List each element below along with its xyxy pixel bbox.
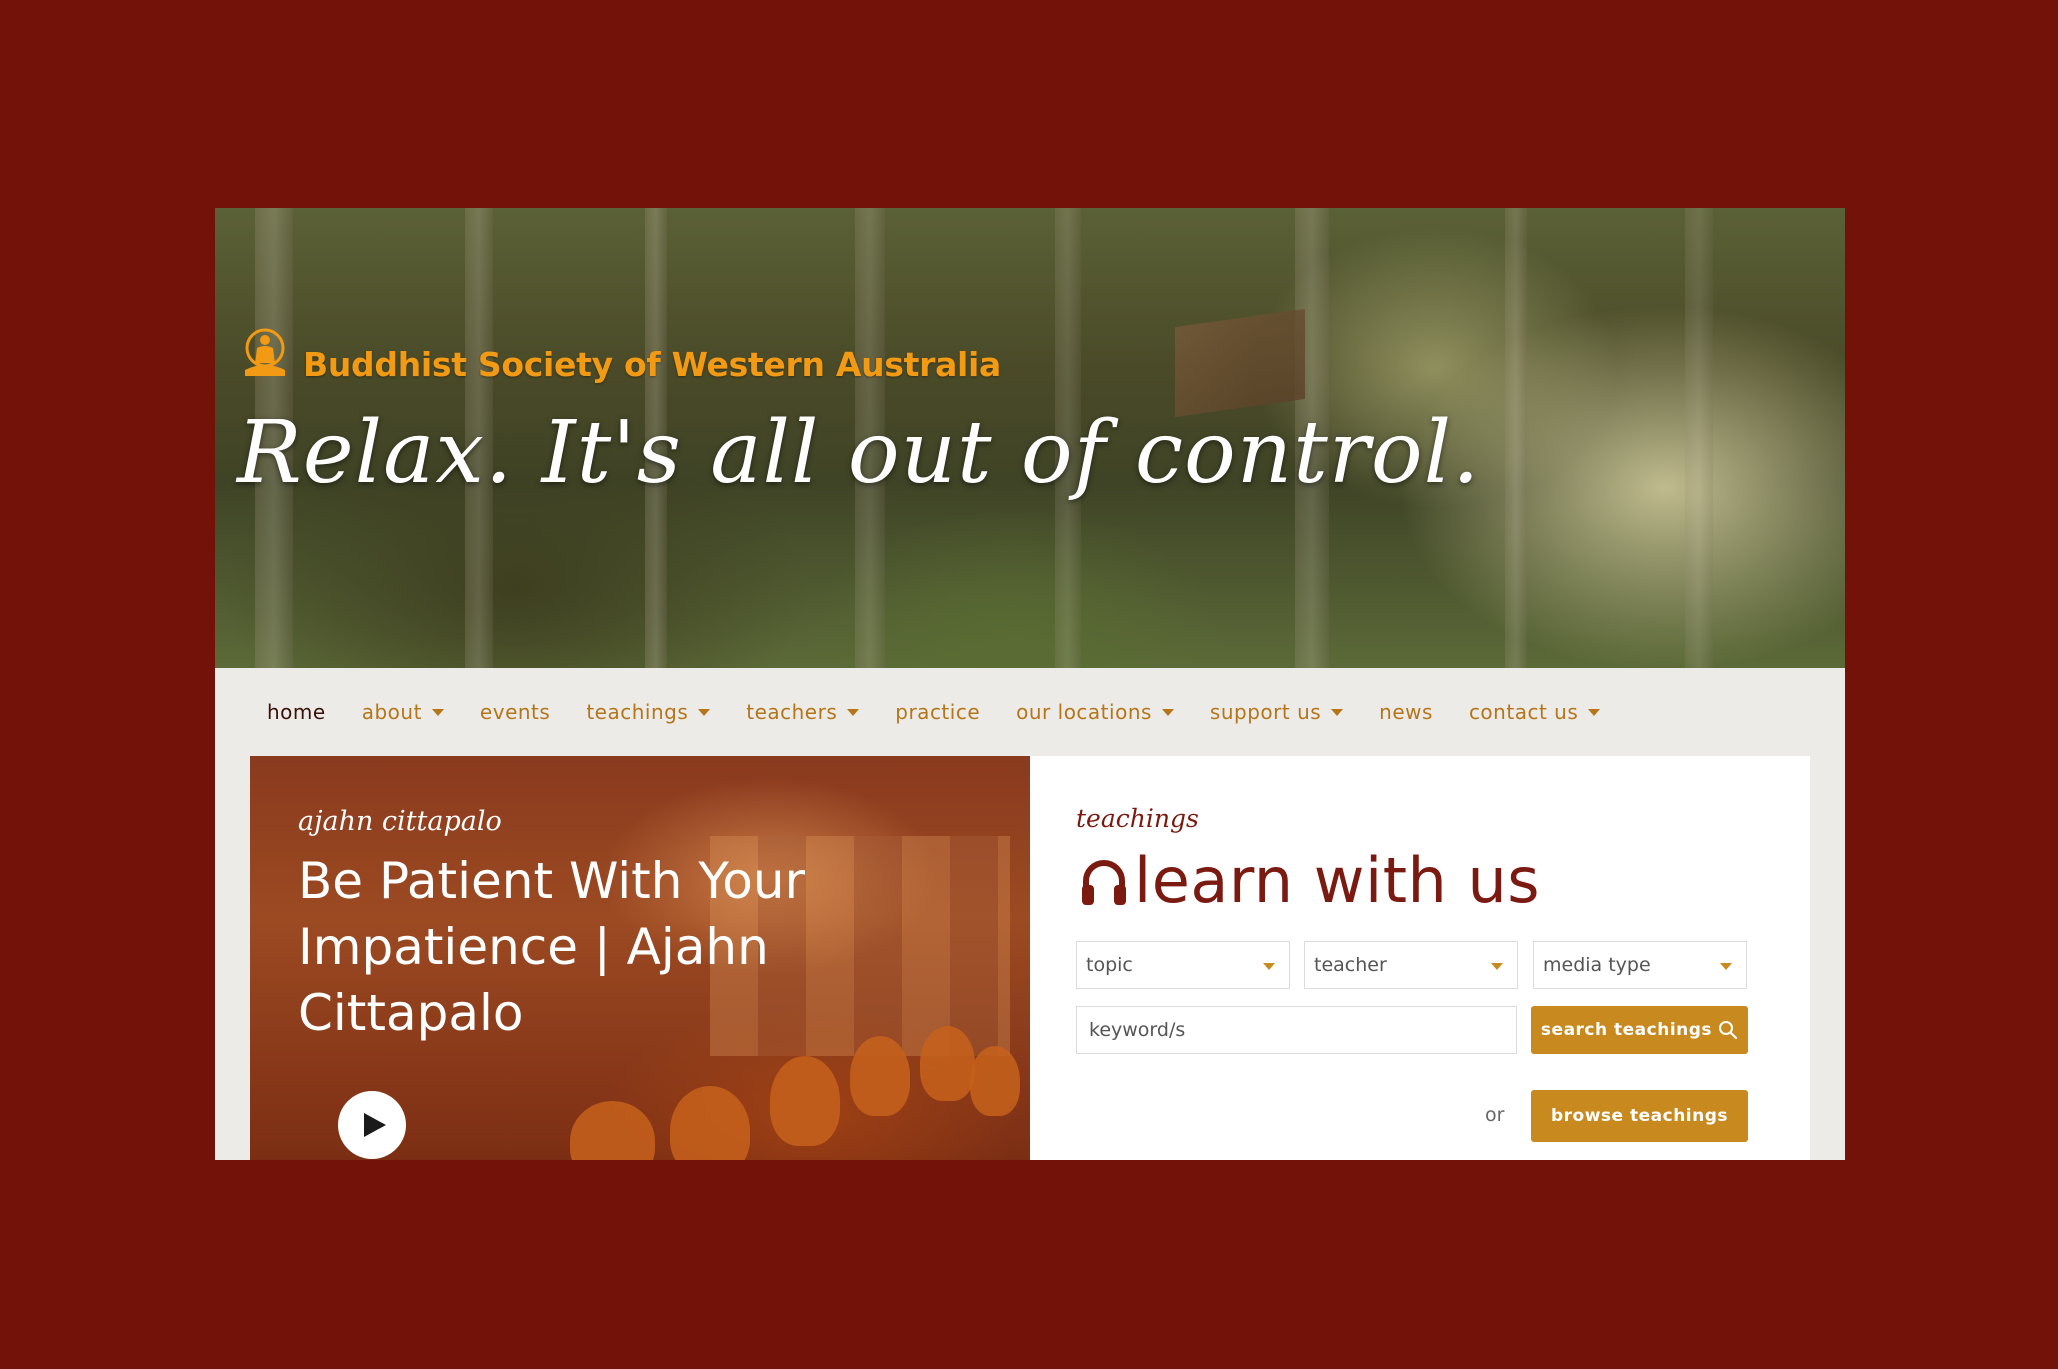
website-frame: Buddhist Society of Western Australia Re… <box>215 208 1845 1160</box>
nav-item-label: home <box>267 700 326 724</box>
search-icon <box>1719 1021 1738 1040</box>
caret-down-icon <box>1331 708 1344 716</box>
nav-item-news[interactable]: news <box>1379 700 1433 724</box>
nav-item-contact-us[interactable]: contact us <box>1468 700 1601 724</box>
search-button-label: search teachings <box>1540 1020 1713 1040</box>
nav-item-teachings[interactable]: teachings <box>586 700 711 724</box>
site-name[interactable]: Buddhist Society of Western Australia <box>303 345 1001 384</box>
media-type-select[interactable]: media type <box>1533 941 1747 989</box>
nav-item-label: contact us <box>1468 700 1579 724</box>
hero-banner: Buddhist Society of Western Australia Re… <box>215 208 1845 668</box>
nav-item-label: our locations <box>1016 700 1152 724</box>
nav-item-label: events <box>479 700 551 724</box>
main-nav: home about events teachings teachers pra… <box>215 668 1845 756</box>
caret-down-icon <box>1588 708 1601 716</box>
caret-down-icon <box>847 708 860 716</box>
teacher-select[interactable]: teacher <box>1304 941 1518 989</box>
nav-item-label: about <box>361 700 422 724</box>
section-heading: learn with us <box>1080 844 1540 917</box>
site-logo[interactable]: Buddhist Society of Western Australia <box>237 323 1001 384</box>
nav-item-home[interactable]: home <box>267 700 326 724</box>
nav-item-our-locations[interactable]: our locations <box>1016 700 1174 724</box>
caret-down-icon <box>1161 708 1174 716</box>
section-label: teachings <box>1076 804 1199 833</box>
teacher-select-value: teacher <box>1314 954 1387 976</box>
browse-teachings-button[interactable]: browse teachings <box>1531 1090 1748 1142</box>
nav-item-teachers[interactable]: teachers <box>746 700 860 724</box>
play-button[interactable] <box>338 1091 406 1159</box>
meditating-buddha-icon <box>245 328 285 376</box>
nav-item-about[interactable]: about <box>362 700 444 724</box>
or-text: or <box>1485 1104 1505 1126</box>
feature-title[interactable]: Be Patient With Your Impatience | Ajahn … <box>298 848 858 1046</box>
caret-down-icon <box>698 708 711 716</box>
section-title: learn with us <box>1134 844 1541 917</box>
keyword-input[interactable] <box>1076 1006 1517 1054</box>
caret-down-icon <box>431 708 444 716</box>
chevron-down-icon <box>1263 963 1275 970</box>
nav-item-support-us[interactable]: support us <box>1209 700 1344 724</box>
search-teachings-button[interactable]: search teachings <box>1531 1006 1748 1054</box>
feature-author: ajahn cittapalo <box>298 806 502 837</box>
nav-item-events[interactable]: events <box>480 700 550 724</box>
media-type-select-value: media type <box>1543 954 1651 976</box>
nav-item-label: news <box>1379 700 1433 724</box>
chevron-down-icon <box>1491 963 1503 970</box>
nav-item-label: teachings <box>586 700 689 724</box>
chevron-down-icon <box>1720 963 1732 970</box>
site-tagline: Relax. It's all out of control. <box>237 403 1481 503</box>
nav-item-practice[interactable]: practice <box>895 700 980 724</box>
nav-item-label: practice <box>895 700 981 724</box>
headphones-icon <box>1082 859 1126 905</box>
featured-teaching[interactable]: ajahn cittapalo Be Patient With Your Imp… <box>250 756 1030 1160</box>
topic-select[interactable]: topic <box>1076 941 1290 989</box>
nav-item-label: teachers <box>746 700 838 724</box>
nav-item-label: support us <box>1209 700 1322 724</box>
play-icon <box>363 1113 386 1137</box>
teachings-search-panel: teachings learn with us topic teacher me… <box>1030 756 1810 1160</box>
topic-select-value: topic <box>1086 954 1133 976</box>
